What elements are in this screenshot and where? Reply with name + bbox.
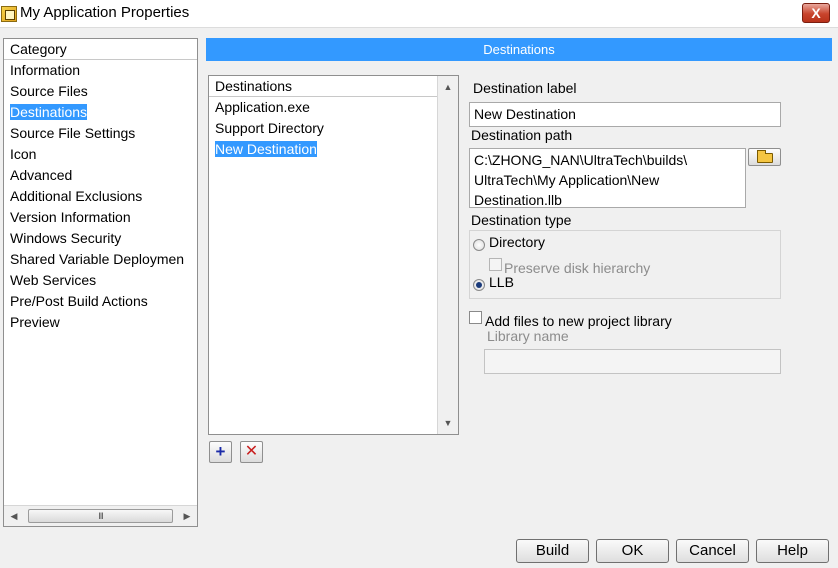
category-item-icon[interactable]: Icon	[4, 144, 197, 165]
window-title: My Application Properties	[20, 4, 190, 21]
build-button[interactable]: Build	[516, 539, 589, 563]
library-name-label: Library name	[487, 328, 569, 344]
category-item-version-information[interactable]: Version Information	[4, 207, 197, 228]
ok-button[interactable]: OK	[596, 539, 669, 563]
category-item-pre-post-build-actions[interactable]: Pre/Post Build Actions	[4, 291, 197, 312]
category-item-source-file-settings[interactable]: Source File Settings	[4, 123, 197, 144]
category-item-web-services[interactable]: Web Services	[4, 270, 197, 291]
scroll-thumb[interactable]: III	[28, 509, 173, 523]
add-to-library-checkbox[interactable]	[469, 311, 482, 324]
destinations-list-header: Destinations	[209, 76, 437, 97]
scroll-up-icon[interactable]: ▲	[441, 80, 455, 94]
close-button[interactable]: X	[802, 3, 830, 23]
destination-path-title: Destination path	[471, 127, 573, 143]
category-item-preview[interactable]: Preview	[4, 312, 197, 333]
destination-item-new-destination[interactable]: New Destination	[209, 139, 437, 160]
add-to-library-label[interactable]: Add files to new project library	[485, 313, 672, 329]
category-item-source-files[interactable]: Source Files	[4, 81, 197, 102]
radio-llb[interactable]	[473, 279, 485, 291]
category-list: Information Source Files Destinations So…	[4, 60, 197, 333]
destination-path-input[interactable]: C:\ZHONG_NAN\UltraTech\builds\ UltraTech…	[469, 148, 746, 208]
scroll-left-icon[interactable]: ◀	[7, 509, 21, 523]
category-item-advanced[interactable]: Advanced	[4, 165, 197, 186]
category-panel: Category Information Source Files Destin…	[3, 38, 198, 527]
destinations-vertical-scrollbar[interactable]: ▲ ▼	[437, 76, 458, 434]
category-item-destinations[interactable]: Destinations	[4, 102, 197, 123]
destination-label-input[interactable]: New Destination	[469, 102, 781, 127]
radio-llb-label[interactable]: LLB	[489, 274, 514, 290]
category-item-windows-security[interactable]: Windows Security	[4, 228, 197, 249]
preserve-hierarchy-label: Preserve disk hierarchy	[504, 260, 651, 276]
title-bar: My Application Properties X	[0, 0, 838, 28]
folder-icon	[757, 150, 773, 163]
browse-folder-button[interactable]	[748, 148, 781, 166]
section-title: Destinations	[206, 38, 832, 61]
scroll-down-icon[interactable]: ▼	[441, 416, 455, 430]
preserve-hierarchy-checkbox[interactable]	[489, 258, 502, 271]
category-item-information[interactable]: Information	[4, 60, 197, 81]
destinations-list: Application.exe Support Directory New De…	[209, 97, 437, 160]
destination-item-application-exe[interactable]: Application.exe	[209, 97, 437, 118]
remove-destination-button[interactable]: ✕	[240, 441, 263, 463]
category-item-shared-variable-deployment[interactable]: Shared Variable Deploymen	[4, 249, 197, 270]
application-icon	[1, 6, 17, 22]
destination-label-title: Destination label	[473, 80, 577, 96]
library-name-input[interactable]	[484, 349, 781, 374]
add-destination-button[interactable]: +	[209, 441, 232, 463]
destination-type-title: Destination type	[471, 212, 572, 228]
cancel-button[interactable]: Cancel	[676, 539, 749, 563]
category-header: Category	[4, 39, 197, 60]
destinations-list-panel: Destinations Application.exe Support Dir…	[208, 75, 459, 435]
scroll-right-icon[interactable]: ▶	[180, 509, 194, 523]
help-button[interactable]: Help	[756, 539, 829, 563]
category-item-additional-exclusions[interactable]: Additional Exclusions	[4, 186, 197, 207]
radio-directory[interactable]	[473, 239, 485, 251]
radio-directory-label[interactable]: Directory	[489, 234, 545, 250]
category-horizontal-scrollbar[interactable]: ◀ III ▶	[4, 505, 197, 526]
destination-item-support-directory[interactable]: Support Directory	[209, 118, 437, 139]
